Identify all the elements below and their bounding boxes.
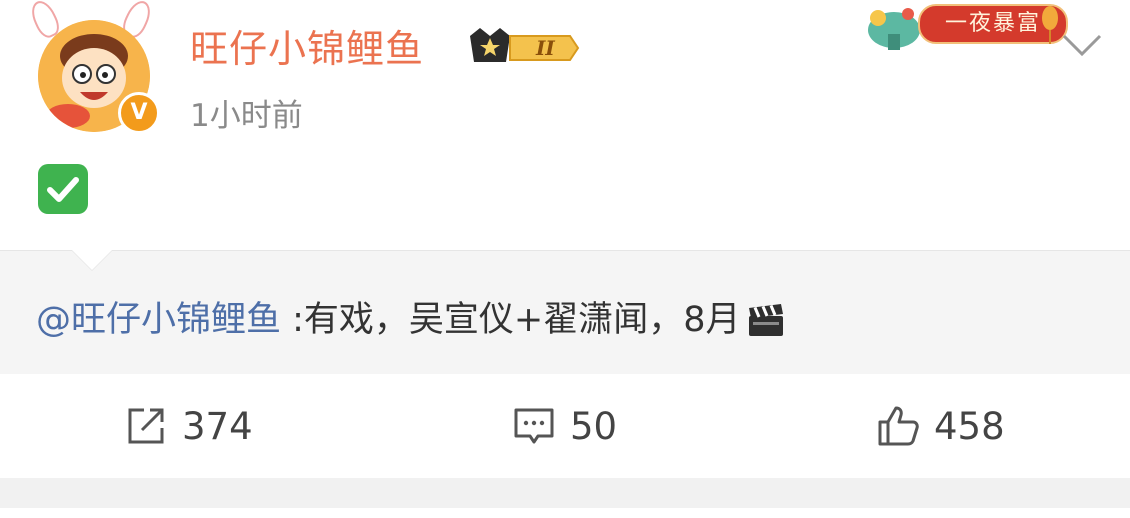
comment-count: 50 (570, 404, 618, 448)
repost-icon (128, 408, 164, 444)
new-year-decoration: 一夜暴富 (860, 0, 1068, 52)
comment-button[interactable]: 50 (512, 404, 617, 448)
avatar[interactable]: V (22, 0, 162, 140)
verified-badge-icon: V (118, 92, 160, 134)
action-bar: 374 50 458 (0, 374, 1130, 478)
repost-button[interactable]: 374 (124, 404, 253, 448)
repost-notch (72, 250, 112, 270)
check-mark-emoji-icon (38, 164, 88, 214)
thumbs-up-icon (878, 406, 919, 446)
repost-content: :有戏，吴宣仪+翟潇闻，8月 (281, 300, 741, 340)
vip-crown-badge-icon[interactable]: II (466, 24, 582, 68)
username[interactable]: 旺仔小锦鲤鱼 (190, 18, 424, 73)
repost-text: @旺仔小锦鲤鱼 :有戏，吴宣仪+翟潇闻，8月 (36, 291, 785, 342)
chevron-down-icon[interactable] (1058, 24, 1106, 64)
feed-separator (0, 478, 1130, 508)
like-button[interactable]: 458 (876, 404, 1005, 448)
post-time: 1小时前 (190, 98, 303, 134)
repost-block[interactable]: @旺仔小锦鲤鱼 :有戏，吴宣仪+翟潇闻，8月 (0, 250, 1130, 375)
clapper-board-icon (747, 304, 785, 338)
like-count: 458 (934, 404, 1005, 448)
repost-mention-link[interactable]: @旺仔小锦鲤鱼 (36, 300, 281, 340)
comment-icon (514, 408, 554, 444)
vip-level-text: II (535, 36, 555, 60)
repost-count: 374 (182, 404, 253, 448)
